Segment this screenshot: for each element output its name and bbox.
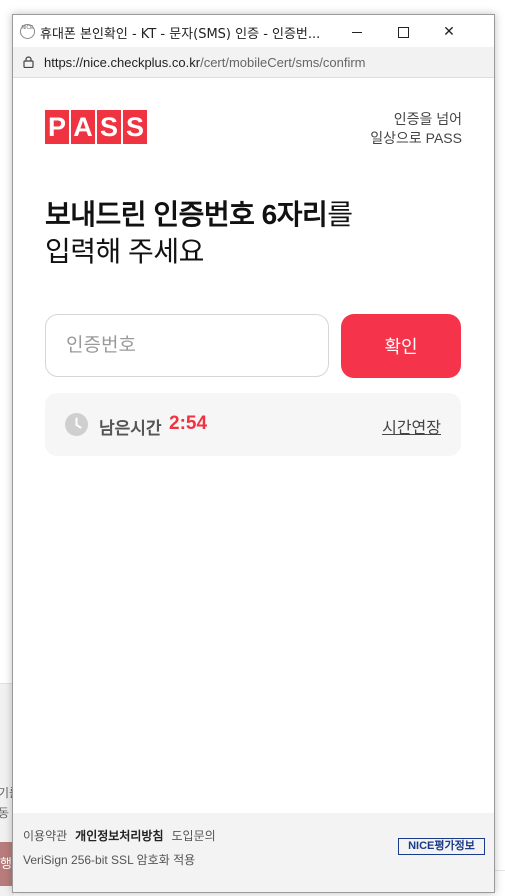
url-path: /cert/mobileCert/sms/confirm xyxy=(200,55,366,70)
footer: 이용약관 개인정보처리방침 도입문의 VeriSign 256-bit SSL 암호… xyxy=(13,813,494,892)
logo-letter: S xyxy=(123,110,147,144)
url-host: https://nice.checkplus.co.kr xyxy=(44,55,201,70)
page-title: 보내드린 인증번호 6자리를 입력해 주세요 xyxy=(45,196,353,270)
lock-icon xyxy=(23,56,34,68)
privacy-policy-link[interactable]: 개인정보처리방침 xyxy=(75,829,163,843)
heading-line2: 입력해 주세요 xyxy=(45,236,204,267)
address-bar[interactable]: https://nice.checkplus.co.kr/cert/mobile… xyxy=(13,47,494,78)
remaining-time-label: 남은시간 xyxy=(99,419,162,438)
minimize-button[interactable] xyxy=(334,15,380,47)
remaining-time-value: 2:54 xyxy=(169,413,208,434)
slogan-line1: 인증을 넘어 xyxy=(393,111,462,127)
logo-letter: A xyxy=(71,110,95,144)
heading-suffix: 를 xyxy=(327,199,353,230)
main-content: P A S S 인증을 넘어 일상으로 PASS 보내드린 인증번호 6자리를 … xyxy=(13,78,494,813)
inquiry-link[interactable]: 도입문의 xyxy=(172,829,216,843)
logo-letter: S xyxy=(97,110,121,144)
maximize-button[interactable] xyxy=(380,15,426,47)
close-button[interactable]: ✕ xyxy=(426,15,472,47)
favicon-text: NICE xyxy=(21,25,34,31)
popup-window: NICE 휴대폰 본인확인 - KT - 문자(SMS) 인증 - 인증번...… xyxy=(12,14,495,893)
slogan: 인증을 넘어 일상으로 PASS xyxy=(370,110,462,148)
nice-logo: NICE평가정보 xyxy=(398,838,485,855)
extend-time-link[interactable]: 시간연장 xyxy=(382,414,441,438)
clock-icon xyxy=(65,413,88,436)
ssl-note: VeriSign 256-bit SSL 암호화 적용 xyxy=(23,853,196,867)
minimize-icon xyxy=(352,31,362,33)
window-title: 휴대폰 본인확인 - KT - 문자(SMS) 인증 - 인증번... xyxy=(40,27,321,42)
confirm-button[interactable]: 확인 xyxy=(341,314,461,378)
slogan-line2: 일상으로 PASS xyxy=(370,130,462,146)
verification-code-input[interactable] xyxy=(45,314,329,377)
terms-link[interactable]: 이용약관 xyxy=(23,829,67,843)
logo-letter: P xyxy=(45,110,69,144)
pass-logo: P A S S xyxy=(45,110,147,144)
timer-panel: 남은시간 2:54 시간연장 xyxy=(45,393,461,456)
heading-bold: 보내드린 인증번호 6자리 xyxy=(45,199,328,230)
footer-links: 이용약관 개인정보처리방침 도입문의 xyxy=(23,827,216,844)
close-icon: ✕ xyxy=(443,23,455,39)
url-text[interactable]: https://nice.checkplus.co.kr/cert/mobile… xyxy=(44,55,366,70)
title-bar[interactable]: NICE 휴대폰 본인확인 - KT - 문자(SMS) 인증 - 인증번...… xyxy=(13,15,494,47)
nice-favicon-icon: NICE xyxy=(20,24,35,39)
background-button-label: 행 xyxy=(0,856,12,871)
maximize-icon xyxy=(397,26,409,38)
